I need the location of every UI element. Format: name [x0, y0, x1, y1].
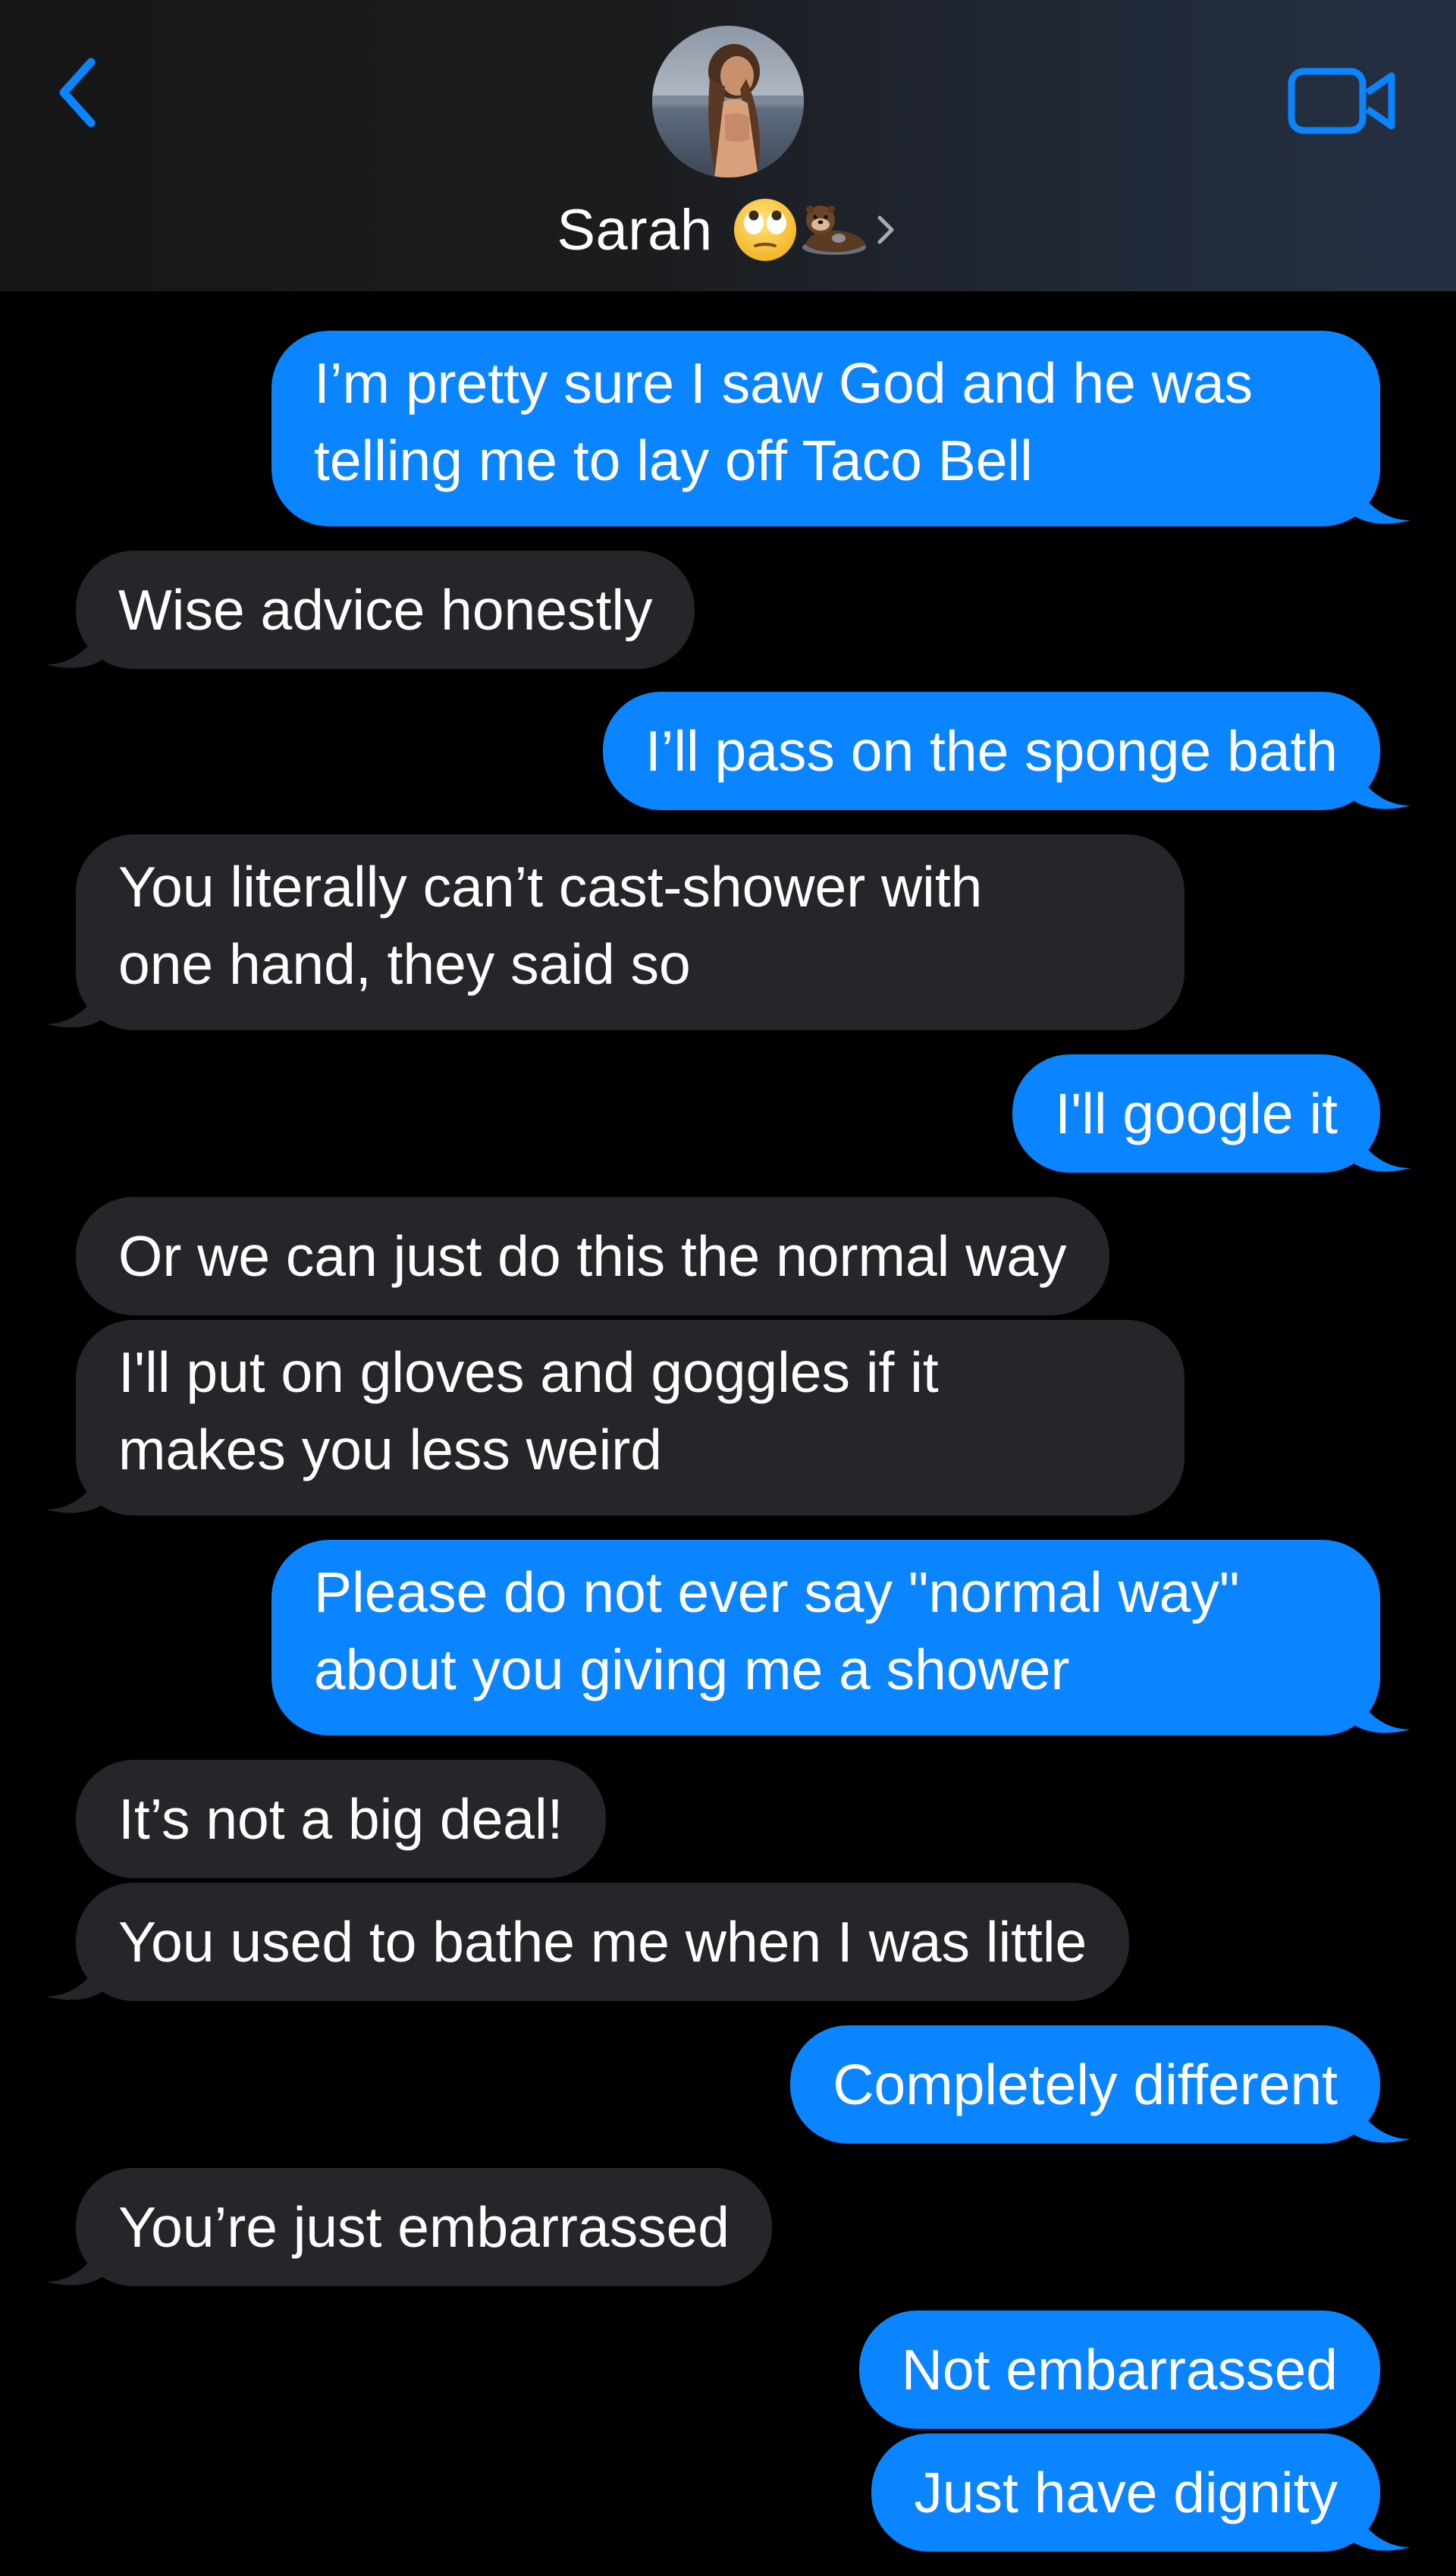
message-text: You’re just embarrassed	[118, 2195, 730, 2259]
bubble-tail	[46, 611, 106, 668]
contact-name: Sarah	[557, 197, 713, 262]
bubble-tail	[1350, 467, 1410, 524]
bubble-tail	[1350, 2494, 1410, 2551]
message-text: telling me to lay off Taco Bell	[314, 429, 1033, 492]
message-bubble-outgoing[interactable]: I’m pretty sure I saw God and he was tel…	[271, 331, 1380, 526]
message-bubble-outgoing[interactable]: I'll google it	[1012, 1054, 1380, 1173]
message-text: You used to bathe me when I was little	[118, 1910, 1087, 1974]
message-bubble-incoming[interactable]: You literally can’t cast-shower with one…	[76, 834, 1185, 1030]
video-call-button[interactable]	[1282, 55, 1403, 146]
message-text: one hand, they said so	[118, 932, 691, 996]
message-text: You literally can’t cast-shower with	[118, 855, 983, 919]
message-text: Wise advice honestly	[118, 578, 653, 642]
message-bubble-incoming[interactable]: I'll put on gloves and goggles if it mak…	[76, 1320, 1185, 1516]
contact-photo	[652, 26, 804, 177]
message-bubble-incoming[interactable]: Or we can just do this the normal way	[76, 1197, 1109, 1315]
message-bubble-outgoing[interactable]: Not embarrassed	[858, 2311, 1380, 2429]
video-camera-icon	[1288, 68, 1395, 134]
message-text: I'll put on gloves and goggles if it	[118, 1340, 939, 1404]
otter-emoji-icon	[802, 206, 866, 255]
bubble-tail	[1350, 1676, 1410, 1733]
message-bubble-incoming[interactable]: Wise advice honestly	[76, 551, 695, 669]
eye-roll-emoji-icon	[733, 199, 796, 261]
bubble-tail	[1350, 1115, 1410, 1172]
bubble-tail	[46, 2229, 106, 2285]
contact-info-button[interactable]: Sarah	[0, 26, 1456, 272]
message-text: I’ll pass on the sponge bath	[645, 719, 1338, 783]
message-bubble-outgoing[interactable]: Completely different	[790, 2025, 1380, 2144]
message-text: Please do not ever say "normal way"	[314, 1560, 1240, 1624]
avatar[interactable]	[652, 26, 804, 177]
message-bubble-outgoing[interactable]: Just have dignity	[871, 2433, 1380, 2552]
conversation-header: Sarah	[0, 0, 1456, 291]
bubble-tail	[46, 1456, 106, 1513]
message-bubble-incoming[interactable]: You used to bathe me when I was little	[76, 1883, 1130, 2001]
message-text: Or we can just do this the normal way	[118, 1224, 1067, 1288]
message-text: I'll google it	[1055, 1082, 1338, 1145]
message-bubble-outgoing[interactable]: I’ll pass on the sponge bath	[602, 692, 1380, 810]
bubble-tail	[46, 1943, 106, 2000]
bubble-tail	[46, 971, 106, 1028]
message-bubble-outgoing[interactable]: Please do not ever say "normal way" abou…	[271, 1540, 1380, 1736]
message-text: about you giving me a shower	[314, 1638, 1070, 1701]
chevron-right-icon	[877, 215, 894, 244]
bubble-tail	[1350, 752, 1410, 809]
message-text: makes you less weird	[118, 1418, 662, 1481]
message-text: Not embarrassed	[901, 2338, 1338, 2402]
message-text: I’m pretty sure I saw God and he was	[314, 351, 1254, 415]
bubble-tail	[1350, 2086, 1410, 2143]
message-bubble-incoming[interactable]: You’re just embarrassed	[76, 2168, 772, 2286]
message-text: It’s not a big deal!	[118, 1787, 563, 1851]
message-text: Completely different	[833, 2053, 1338, 2116]
message-bubble-incoming[interactable]: It’s not a big deal!	[76, 1760, 606, 1878]
message-text: Just have dignity	[914, 2461, 1338, 2524]
